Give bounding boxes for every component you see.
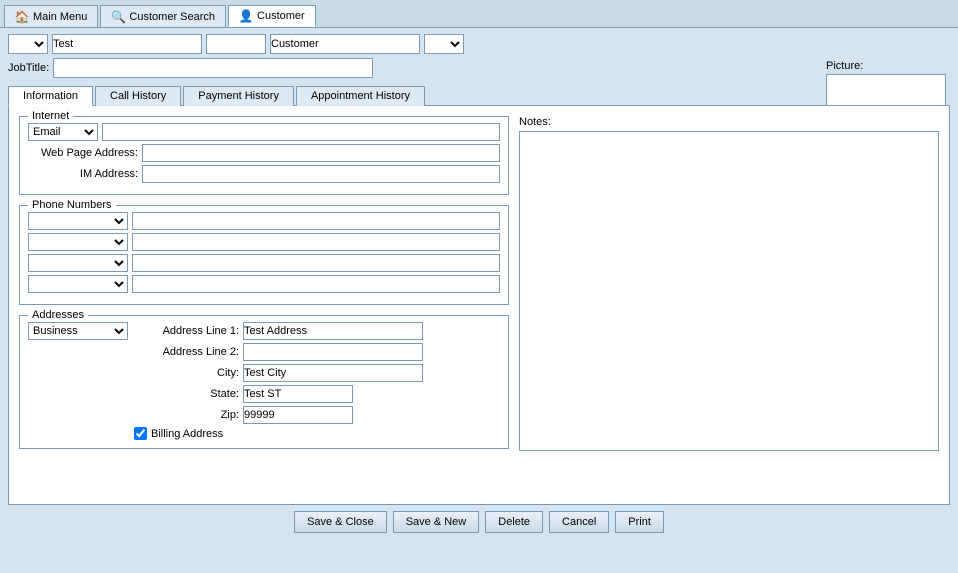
email-input[interactable] bbox=[102, 123, 500, 141]
suffix-select[interactable] bbox=[424, 34, 464, 54]
webpage-row: Web Page Address: bbox=[28, 144, 500, 162]
webpage-label: Web Page Address: bbox=[28, 147, 138, 159]
form-left: Internet Email Web Page Address: bbox=[19, 116, 509, 494]
addr-city-input[interactable] bbox=[243, 364, 423, 382]
form-right: Notes: bbox=[519, 116, 939, 494]
im-row: IM Address: bbox=[28, 165, 500, 183]
phone-row-3 bbox=[28, 254, 500, 272]
addr-line1-row: Address Line 1: bbox=[134, 322, 423, 340]
phone-type-select-1[interactable] bbox=[28, 212, 128, 230]
save-close-button[interactable]: Save & Close bbox=[294, 511, 387, 533]
tab-call-history[interactable]: Call History bbox=[95, 86, 181, 106]
im-label: IM Address: bbox=[28, 168, 138, 180]
billing-checkbox[interactable] bbox=[134, 427, 147, 440]
prefix-select[interactable] bbox=[8, 34, 48, 54]
addr-line1-label: Address Line 1: bbox=[134, 325, 239, 337]
phone-type-select-3[interactable] bbox=[28, 254, 128, 272]
addr-city-label: City: bbox=[134, 367, 239, 379]
billing-row: Billing Address bbox=[134, 427, 423, 440]
print-button[interactable]: Print bbox=[615, 511, 664, 533]
save-new-button[interactable]: Save & New bbox=[393, 511, 480, 533]
main-content: Picture: JobTitle: Information Call Hist… bbox=[0, 28, 958, 541]
billing-label: Billing Address bbox=[151, 428, 223, 440]
tab-main-menu-label: Main Menu bbox=[33, 11, 87, 23]
notes-label: Notes: bbox=[519, 116, 939, 128]
tab-appointment-history-label: Appointment History bbox=[311, 90, 410, 102]
email-row: Email bbox=[28, 123, 500, 141]
email-type-select[interactable]: Email bbox=[28, 123, 98, 141]
jobtitle-row: JobTitle: bbox=[8, 58, 950, 78]
tab-information-label: Information bbox=[23, 90, 78, 102]
delete-button[interactable]: Delete bbox=[485, 511, 543, 533]
tab-main-menu[interactable]: 🏠 Main Menu bbox=[4, 5, 98, 27]
phone-input-3[interactable] bbox=[132, 254, 500, 272]
addr-city-row: City: bbox=[134, 364, 423, 382]
inner-tabs: Information Call History Payment History… bbox=[8, 86, 950, 106]
house-icon: 🏠 bbox=[15, 10, 29, 24]
phone-legend: Phone Numbers bbox=[28, 199, 116, 211]
address-type-select[interactable]: Business Home Other bbox=[28, 322, 128, 340]
first-name-input[interactable] bbox=[52, 34, 202, 54]
jobtitle-label: JobTitle: bbox=[8, 62, 49, 74]
address-legend: Addresses bbox=[28, 309, 88, 321]
webpage-input[interactable] bbox=[142, 144, 500, 162]
address-section: Addresses Business Home Other Address Li bbox=[19, 315, 509, 449]
phone-row-1 bbox=[28, 212, 500, 230]
internet-legend: Internet bbox=[28, 110, 73, 122]
addr-zip-row: Zip: bbox=[134, 406, 423, 424]
middle-input[interactable] bbox=[206, 34, 266, 54]
addr-state-input[interactable] bbox=[243, 385, 353, 403]
picture-label: Picture: bbox=[826, 60, 946, 72]
cancel-button[interactable]: Cancel bbox=[549, 511, 609, 533]
tab-payment-history[interactable]: Payment History bbox=[183, 86, 294, 106]
phone-input-4[interactable] bbox=[132, 275, 500, 293]
addr-line2-input[interactable] bbox=[243, 343, 423, 361]
phone-row-2 bbox=[28, 233, 500, 251]
address-grid: Address Line 1: Address Line 2: City: bbox=[134, 322, 423, 440]
tab-customer[interactable]: 👤 Customer bbox=[228, 5, 316, 27]
tab-customer-search-label: Customer Search bbox=[129, 11, 215, 23]
name-row bbox=[8, 34, 950, 54]
addr-zip-label: Zip: bbox=[134, 409, 239, 421]
addr-line1-input[interactable] bbox=[243, 322, 423, 340]
notes-textarea[interactable] bbox=[519, 131, 939, 451]
jobtitle-input[interactable] bbox=[53, 58, 373, 78]
tab-customer-search[interactable]: 🔍 Customer Search bbox=[100, 5, 226, 27]
form-panel: Internet Email Web Page Address: bbox=[8, 105, 950, 505]
phone-input-2[interactable] bbox=[132, 233, 500, 251]
phone-input-1[interactable] bbox=[132, 212, 500, 230]
addr-zip-input[interactable] bbox=[243, 406, 353, 424]
phone-section: Phone Numbers bbox=[19, 205, 509, 305]
tab-information[interactable]: Information bbox=[8, 86, 93, 106]
addr-state-row: State: bbox=[134, 385, 423, 403]
phone-type-select-4[interactable] bbox=[28, 275, 128, 293]
search-icon: 🔍 bbox=[111, 10, 125, 24]
tab-call-history-label: Call History bbox=[110, 90, 166, 102]
tab-payment-history-label: Payment History bbox=[198, 90, 279, 102]
tab-appointment-history[interactable]: Appointment History bbox=[296, 86, 425, 106]
addr-line2-row: Address Line 2: bbox=[134, 343, 423, 361]
addr-line2-label: Address Line 2: bbox=[134, 346, 239, 358]
phone-type-select-2[interactable] bbox=[28, 233, 128, 251]
tab-customer-label: Customer bbox=[257, 10, 305, 22]
im-input[interactable] bbox=[142, 165, 500, 183]
person-icon: 👤 bbox=[239, 9, 253, 23]
bottom-toolbar: Save & Close Save & New Delete Cancel Pr… bbox=[8, 505, 950, 537]
internet-section: Internet Email Web Page Address: bbox=[19, 116, 509, 195]
addr-state-label: State: bbox=[134, 388, 239, 400]
last-name-input[interactable] bbox=[270, 34, 420, 54]
phone-row-4 bbox=[28, 275, 500, 293]
form-columns: Internet Email Web Page Address: bbox=[19, 116, 939, 494]
tab-bar: 🏠 Main Menu 🔍 Customer Search 👤 Customer bbox=[0, 0, 958, 28]
